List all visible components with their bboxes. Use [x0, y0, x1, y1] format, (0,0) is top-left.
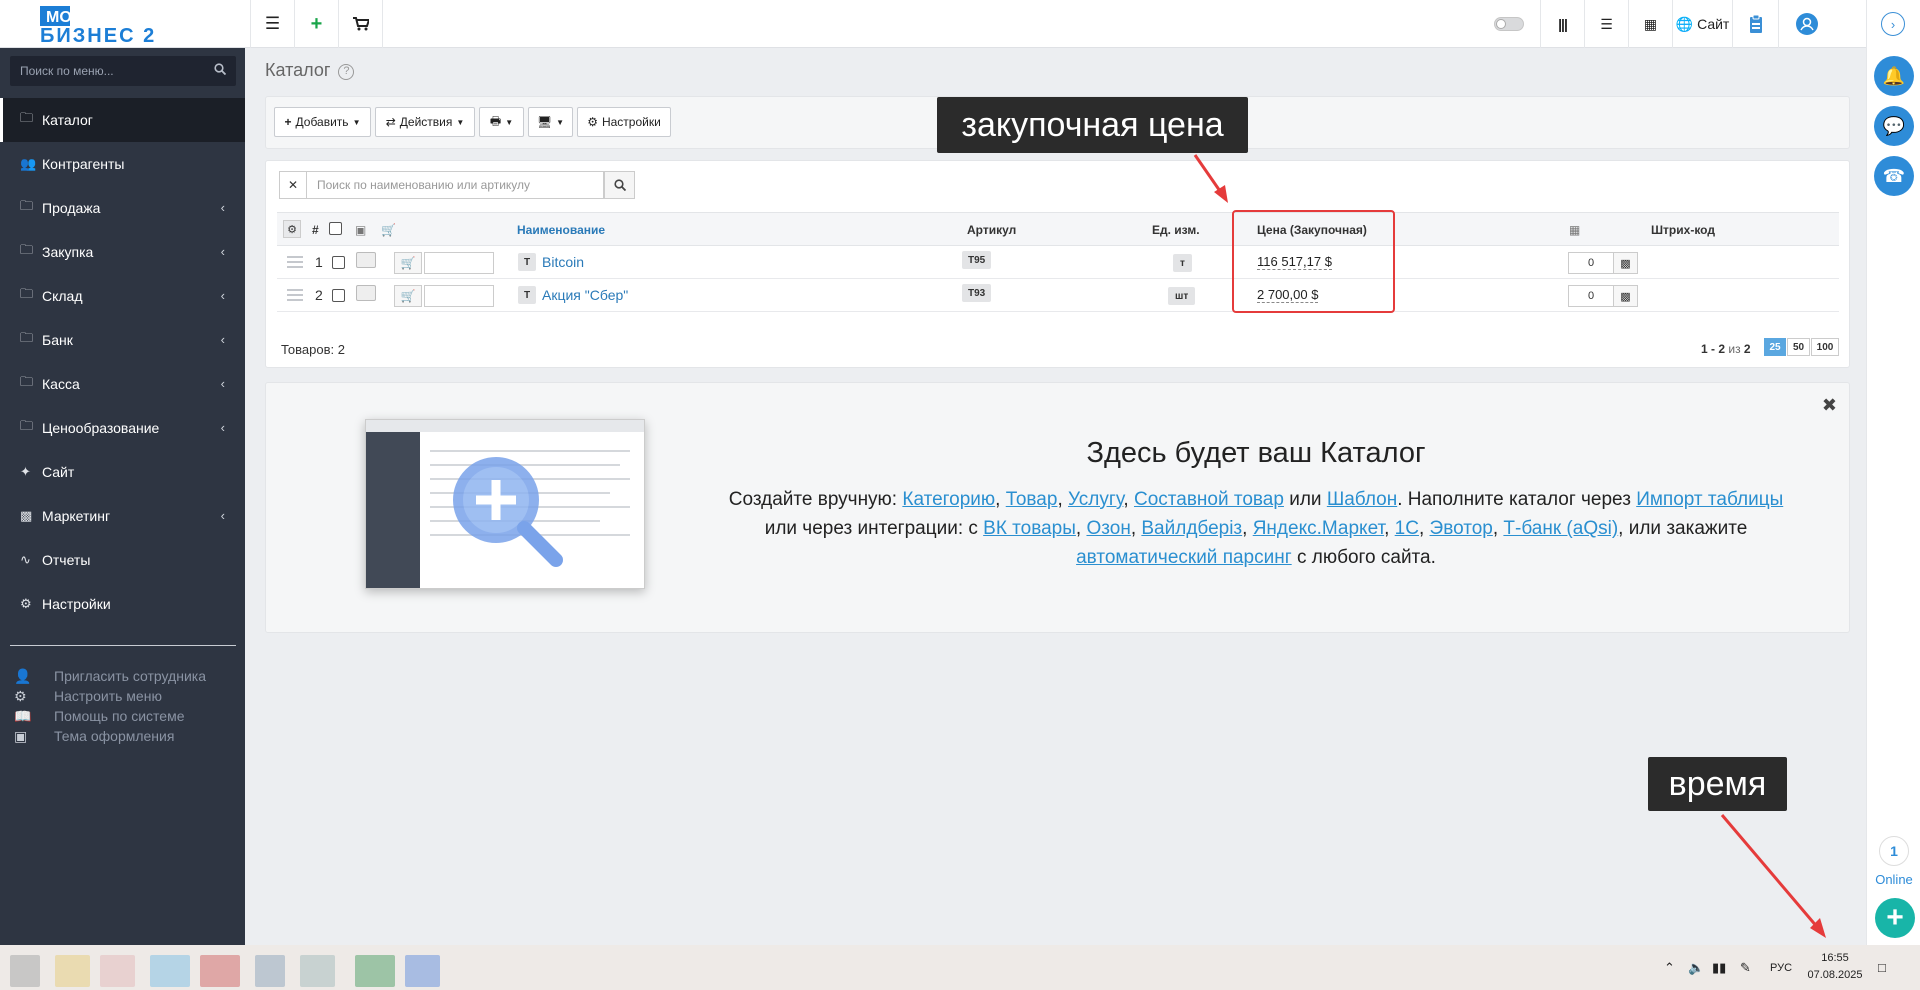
clock-time: 16:55	[1821, 952, 1849, 964]
chat-button[interactable]: 💬	[1874, 106, 1914, 146]
taskbar-app-icon[interactable]	[300, 955, 335, 987]
message-icon: □	[1878, 960, 1886, 975]
annotation-arrows	[1193, 154, 1826, 938]
language-indicator[interactable]: РУС	[1770, 945, 1792, 990]
bell-icon: 🔔	[1882, 65, 1906, 86]
online-label: Online	[1875, 872, 1913, 887]
plus-icon: +	[1886, 901, 1904, 934]
phone-button[interactable]: ☎	[1874, 156, 1914, 196]
taskbar-app-icon[interactable]	[355, 955, 395, 987]
online-count[interactable]: 1	[1879, 836, 1909, 866]
taskbar-app-icon[interactable]	[200, 955, 240, 987]
time-arrow	[1720, 814, 1820, 929]
tray-expand-button[interactable]: ⌃	[1664, 945, 1675, 990]
pen-icon: ✎	[1740, 959, 1751, 975]
chat-icon: 💬	[1882, 115, 1906, 136]
taskbar-app-icon[interactable]	[100, 955, 135, 987]
right-rail: › 🔔 💬 ☎ 1 Online +	[1866, 0, 1920, 945]
pen-button[interactable]: ✎	[1740, 945, 1751, 990]
taskbar-clock[interactable]: 16:55 07.08.2025	[1800, 950, 1870, 984]
taskbar-app-icon[interactable]	[55, 955, 90, 987]
battery-button[interactable]: ▮▮	[1712, 945, 1726, 990]
taskbar-app-icon[interactable]	[150, 955, 190, 987]
taskbar-app-icon[interactable]	[405, 955, 440, 987]
battery-icon: ▮▮	[1712, 959, 1727, 975]
notifications-button[interactable]: 🔔	[1874, 56, 1914, 96]
speaker-icon: 🔈	[1688, 959, 1705, 975]
add-button-floating[interactable]: +	[1875, 898, 1915, 938]
phone-icon: ☎	[1882, 165, 1906, 186]
notifications-center-button[interactable]: □	[1878, 945, 1886, 990]
volume-button[interactable]: 🔈	[1688, 945, 1704, 990]
price-arrow	[1193, 154, 1224, 195]
os-taskbar: ⌃ 🔈 ▮▮ ✎ РУС 16:55 07.08.2025 □	[0, 945, 1920, 990]
clock-date: 07.08.2025	[1807, 969, 1863, 981]
taskbar-app-icon[interactable]	[255, 955, 285, 987]
chevron-up-icon: ⌃	[1664, 959, 1675, 975]
chevron-right-icon[interactable]: ›	[1881, 12, 1905, 36]
taskbar-app-icon[interactable]	[10, 955, 40, 987]
